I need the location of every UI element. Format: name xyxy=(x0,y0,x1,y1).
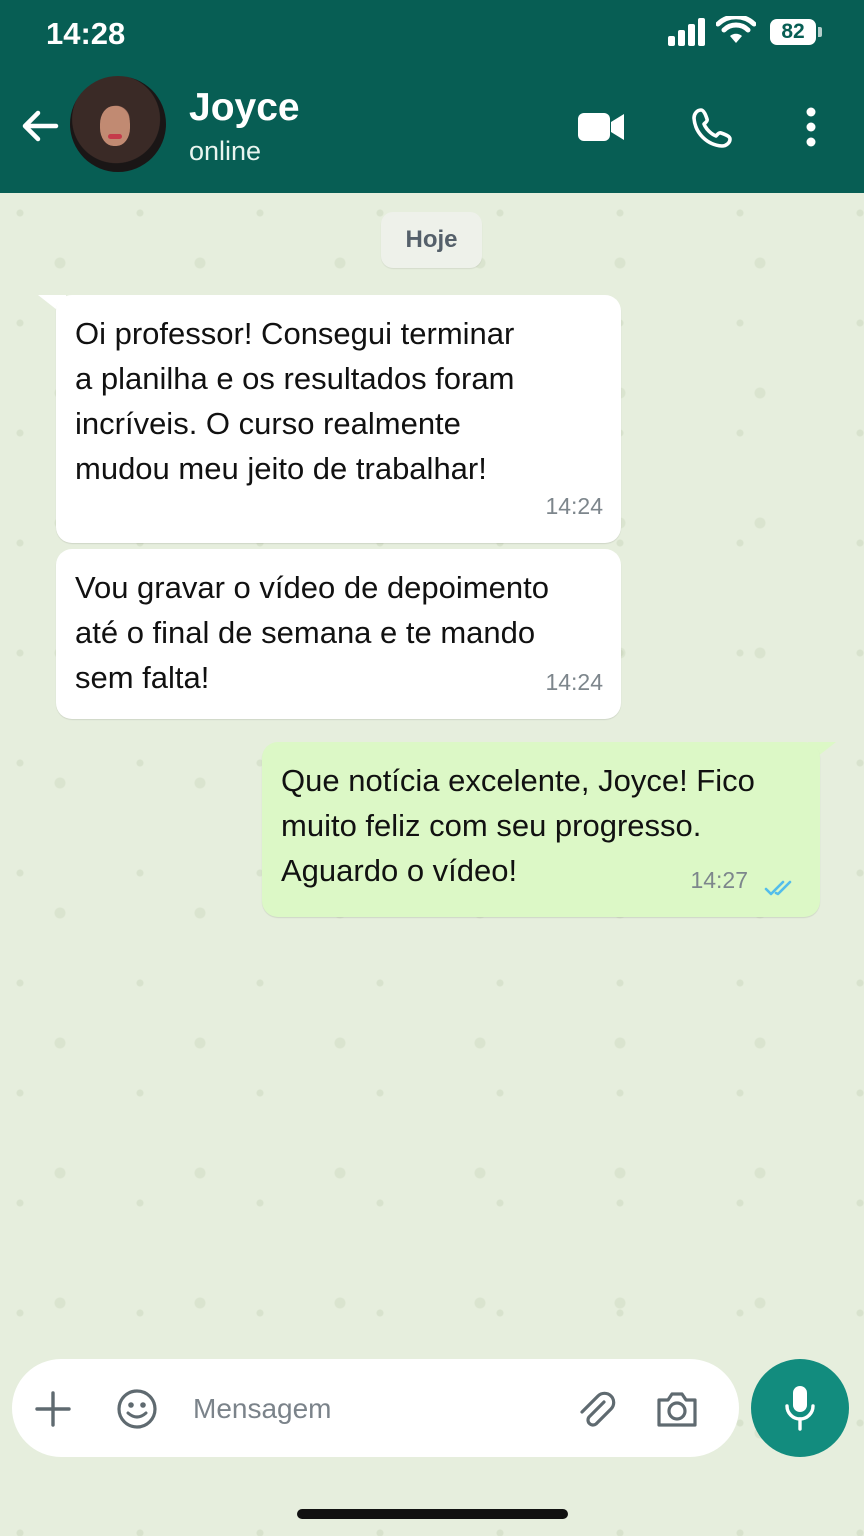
home-indicator xyxy=(297,1509,568,1519)
back-arrow-icon[interactable] xyxy=(20,106,60,146)
avatar-lips xyxy=(108,134,122,139)
message-input[interactable]: Mensagem xyxy=(193,1393,332,1425)
avatar[interactable] xyxy=(70,76,166,172)
message-text: Vou gravar o vídeo de depoimento até o f… xyxy=(75,570,549,695)
message-time: 14:27 xyxy=(690,867,748,893)
phone-call-icon[interactable] xyxy=(692,108,732,148)
battery-indicator: 82 xyxy=(770,19,816,45)
message-bubble-incoming[interactable]: Oi professor! Consegui terminar a planil… xyxy=(56,295,621,543)
signal-icon xyxy=(668,18,705,46)
status-time: 14:28 xyxy=(46,16,126,51)
date-chip: Hoje xyxy=(381,212,482,268)
wifi-icon xyxy=(716,16,756,43)
read-ticks-icon xyxy=(764,880,792,896)
contact-status: online xyxy=(189,136,262,166)
message-bubble-outgoing[interactable]: Que notícia excelente, Joyce! Fico muito… xyxy=(262,742,820,917)
video-call-icon[interactable] xyxy=(578,110,624,144)
more-vert-icon[interactable] xyxy=(804,107,818,147)
camera-icon[interactable] xyxy=(655,1389,699,1429)
battery-tip xyxy=(818,27,822,37)
contact-name[interactable]: Joyce xyxy=(189,86,300,130)
mic-button[interactable] xyxy=(751,1359,849,1457)
message-text: Oi professor! Consegui terminar a planil… xyxy=(75,316,515,486)
message-bubble-incoming[interactable]: Vou gravar o vídeo de depoimento até o f… xyxy=(56,549,621,719)
message-time: 14:24 xyxy=(545,493,603,519)
avatar-face xyxy=(100,106,130,146)
emoji-icon[interactable] xyxy=(116,1388,158,1430)
mic-icon xyxy=(785,1386,815,1431)
attach-icon[interactable] xyxy=(574,1388,618,1432)
plus-icon[interactable] xyxy=(35,1391,71,1427)
message-time: 14:24 xyxy=(545,669,603,695)
